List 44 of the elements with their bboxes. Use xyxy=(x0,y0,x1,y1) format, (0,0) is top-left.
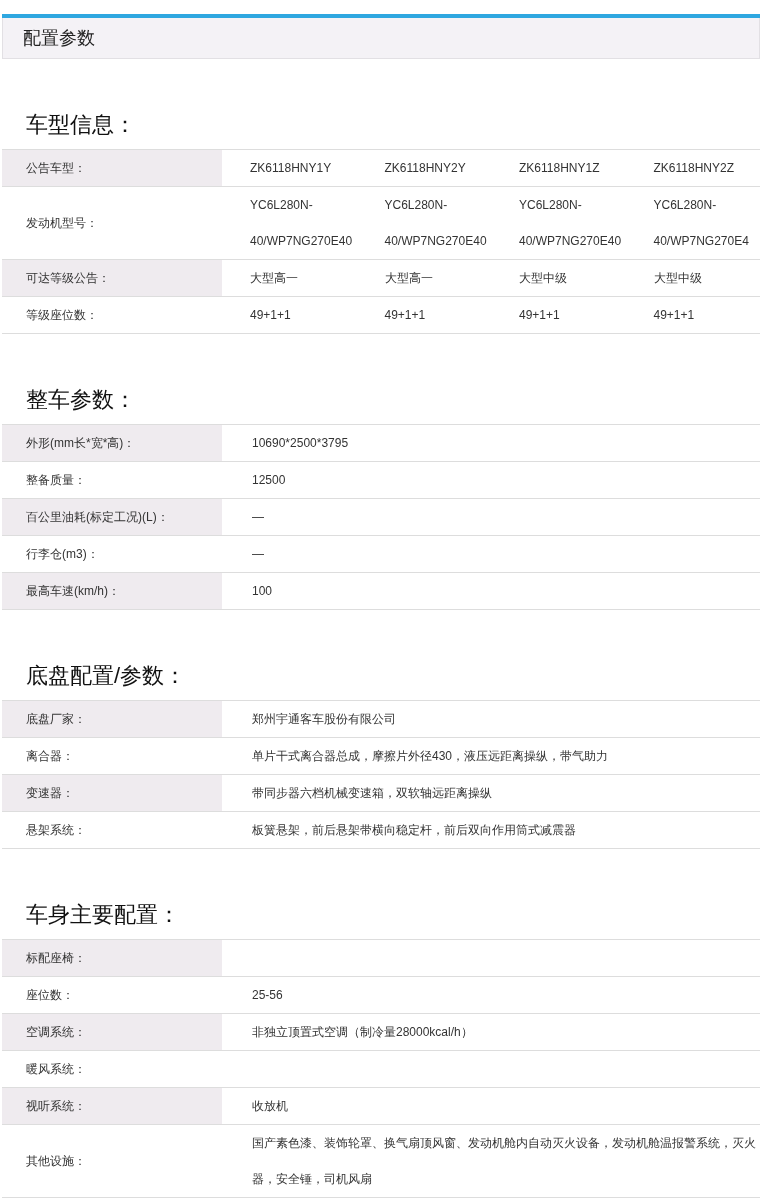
spec-label: 底盘厂家： xyxy=(2,701,222,737)
spec-value: 大型中级 xyxy=(518,270,568,287)
spec-value: ZK6118HNY2Y xyxy=(383,160,467,177)
spec-value: ZK6118HNY1Z xyxy=(518,160,601,177)
spec-value: — xyxy=(251,546,265,563)
spec-value: 板簧悬架，前后悬架带横向稳定杆，前后双向作用筒式减震器 xyxy=(251,822,577,839)
spec-value: 带同步器六档机械变速箱，双软轴远距离操纵 xyxy=(251,785,493,802)
section-title: 车身主要配置： xyxy=(25,901,181,929)
spec-label: 视听系统： xyxy=(2,1088,222,1124)
spec-label: 百公里油耗(标定工况)(L)： xyxy=(2,499,222,535)
spec-label: 可达等级公告： xyxy=(2,260,222,296)
spec-value: 49+1+1 xyxy=(249,307,292,324)
spec-value: 大型中级 xyxy=(652,270,703,287)
spec-value: 收放机 xyxy=(251,1098,289,1115)
spec-label: 变速器： xyxy=(2,775,222,811)
spec-value: YC6L280N-40/WP7NG270E40 xyxy=(249,197,354,250)
spec-value: 非独立顶置式空调（制冷量28000kcal/h） xyxy=(251,1024,474,1041)
section-title: 整车参数： xyxy=(25,386,137,414)
section-title: 车型信息： xyxy=(25,111,137,139)
spec-label: 公告车型： xyxy=(2,150,222,186)
spec-value: 49+1+1 xyxy=(518,307,561,324)
spec-value: 10690*2500*3795 xyxy=(251,435,350,452)
spec-value: — xyxy=(251,509,265,526)
spec-label: 标配座椅： xyxy=(2,940,222,976)
spec-value: YC6L280N-40/WP7NG270E4 xyxy=(652,197,750,250)
spec-value: 大型高一 xyxy=(383,270,434,287)
spec-value: 25-56 xyxy=(251,987,284,1004)
section-title: 底盘配置/参数： xyxy=(25,662,188,690)
spec-value: 49+1+1 xyxy=(652,307,696,324)
spec-value: 单片干式离合器总成，摩擦片外径430，液压远距离操纵，带气助力 xyxy=(251,748,610,765)
header-title: 配置参数 xyxy=(2,18,760,59)
spec-value: 大型高一 xyxy=(249,270,299,287)
spec-value: YC6L280N-40/WP7NG270E40 xyxy=(383,197,488,250)
spec-value: ZK6118HNY1Y xyxy=(249,160,333,177)
spec-label: 外形(mm长*宽*高)： xyxy=(2,425,222,461)
spec-value: 100 xyxy=(251,583,274,600)
spec-label: 最高车速(km/h)： xyxy=(2,573,222,609)
spec-value: 国产素色漆、装饰轮罩、换气扇顶风窗、发动机舱内自动灭火设备，发动机舱温报警系统，灭火器，安全锤，司机风扇 xyxy=(251,1135,757,1188)
spec-label: 空调系统： xyxy=(2,1014,222,1050)
spec-value: 郑州宇通客车股份有限公司 xyxy=(251,711,397,728)
spec-value: 12500 xyxy=(251,472,287,489)
spec-value: ZK6118HNY2Z xyxy=(652,160,735,177)
spec-value: 49+1+1 xyxy=(383,307,427,324)
spec-value: YC6L280N-40/WP7NG270E40 xyxy=(518,197,623,250)
